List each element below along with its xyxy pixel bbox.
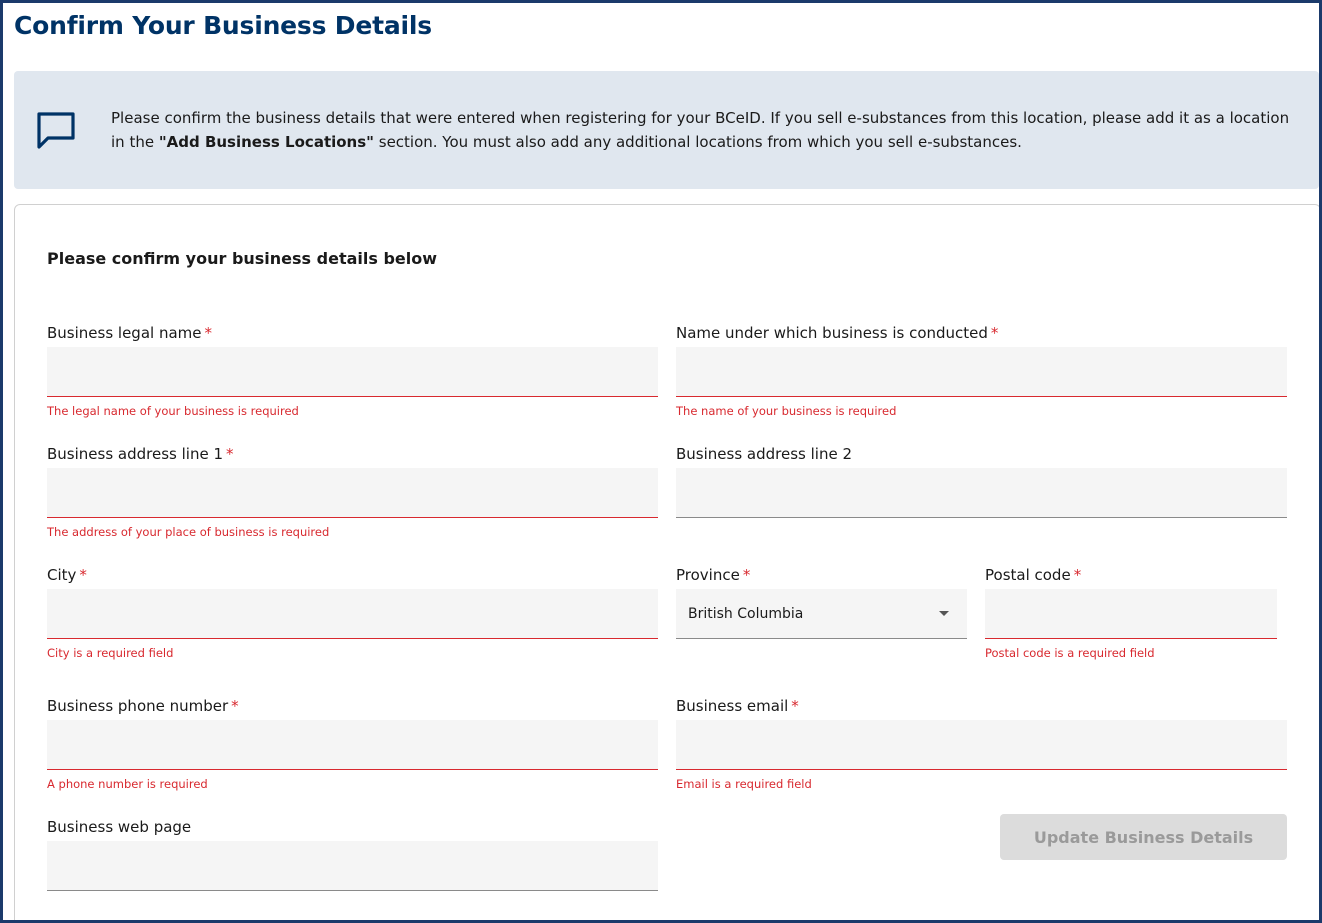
required-marker: * (1073, 566, 1082, 584)
city-group: City * City is a required field (47, 564, 658, 660)
dba-name-input[interactable] (676, 347, 1287, 397)
business-details-card: Please confirm your business details bel… (14, 204, 1319, 920)
phone-error: A phone number is required (47, 777, 208, 791)
legal-name-group: Business legal name * The legal name of y… (47, 322, 658, 418)
banner-text-after: section. You must also add any additiona… (373, 133, 1022, 151)
city-error: City is a required field (47, 646, 174, 660)
required-marker: * (990, 324, 999, 342)
address2-label: Business address line 2 (676, 443, 1287, 465)
info-banner-text: Please confirm the business details that… (111, 106, 1299, 154)
caret-down-icon (939, 611, 949, 616)
dba-name-error: The name of your business is required (676, 404, 897, 418)
web-label: Business web page (47, 816, 658, 838)
required-marker: * (226, 445, 234, 463)
required-marker: * (742, 566, 751, 584)
address2-input[interactable] (676, 468, 1287, 518)
banner-text-bold: "Add Business Locations" (158, 133, 374, 151)
page-title: Confirm Your Business Details (14, 11, 432, 40)
email-group: Business email * Email is a required fiel… (676, 695, 1287, 791)
web-group: Business web page (47, 816, 658, 891)
required-marker: * (79, 566, 87, 584)
dba-name-group: Name under which business is conducted * … (676, 322, 1287, 418)
phone-label-text: Business phone number (47, 697, 229, 715)
province-group: Province * British Columbia (676, 564, 967, 639)
dba-name-label: Name under which business is conducted * (676, 322, 1287, 344)
required-marker: * (791, 697, 799, 715)
phone-label: Business phone number * (47, 695, 658, 717)
email-input[interactable] (676, 720, 1287, 770)
card-heading: Please confirm your business details bel… (47, 249, 438, 268)
email-error: Email is a required field (676, 777, 812, 791)
city-label-text: City (47, 566, 77, 584)
web-label-text: Business web page (47, 818, 192, 836)
province-label-text: Province (676, 566, 740, 584)
address1-label-text: Business address line 1 (47, 445, 223, 463)
postal-label-text: Postal code (985, 566, 1071, 584)
chat-bubble-icon (37, 112, 75, 149)
postal-input[interactable] (985, 589, 1277, 639)
dba-name-label-text: Name under which business is conducted (676, 324, 988, 342)
legal-name-label: Business legal name * (47, 322, 658, 344)
email-label: Business email * (676, 695, 1287, 717)
required-marker: * (204, 324, 213, 342)
address1-input[interactable] (47, 468, 658, 518)
province-select[interactable]: British Columbia (676, 589, 967, 639)
city-input[interactable] (47, 589, 658, 639)
city-label: City * (47, 564, 658, 586)
page-frame: Confirm Your Business Details Please con… (0, 0, 1322, 923)
postal-label: Postal code * (985, 564, 1277, 586)
email-label-text: Business email (676, 697, 789, 715)
phone-group: Business phone number * A phone number is… (47, 695, 658, 791)
legal-name-error: The legal name of your business is requi… (47, 404, 299, 418)
address2-label-text: Business address line 2 (676, 445, 852, 463)
legal-name-input[interactable] (47, 347, 658, 397)
address1-group: Business address line 1 * The address of … (47, 443, 658, 539)
legal-name-label-text: Business legal name (47, 324, 202, 342)
info-banner: Please confirm the business details that… (14, 71, 1319, 189)
province-label: Province * (676, 564, 967, 586)
postal-group: Postal code * Postal code is a required f… (985, 564, 1277, 660)
address1-error: The address of your place of business is… (47, 525, 330, 539)
postal-error: Postal code is a required field (985, 646, 1155, 660)
province-selected-value: British Columbia (688, 606, 804, 622)
phone-input[interactable] (47, 720, 658, 770)
required-marker: * (231, 697, 239, 715)
update-business-details-button[interactable]: Update Business Details (1000, 814, 1287, 860)
address2-group: Business address line 2 (676, 443, 1287, 518)
web-input[interactable] (47, 841, 658, 891)
address1-label: Business address line 1 * (47, 443, 658, 465)
